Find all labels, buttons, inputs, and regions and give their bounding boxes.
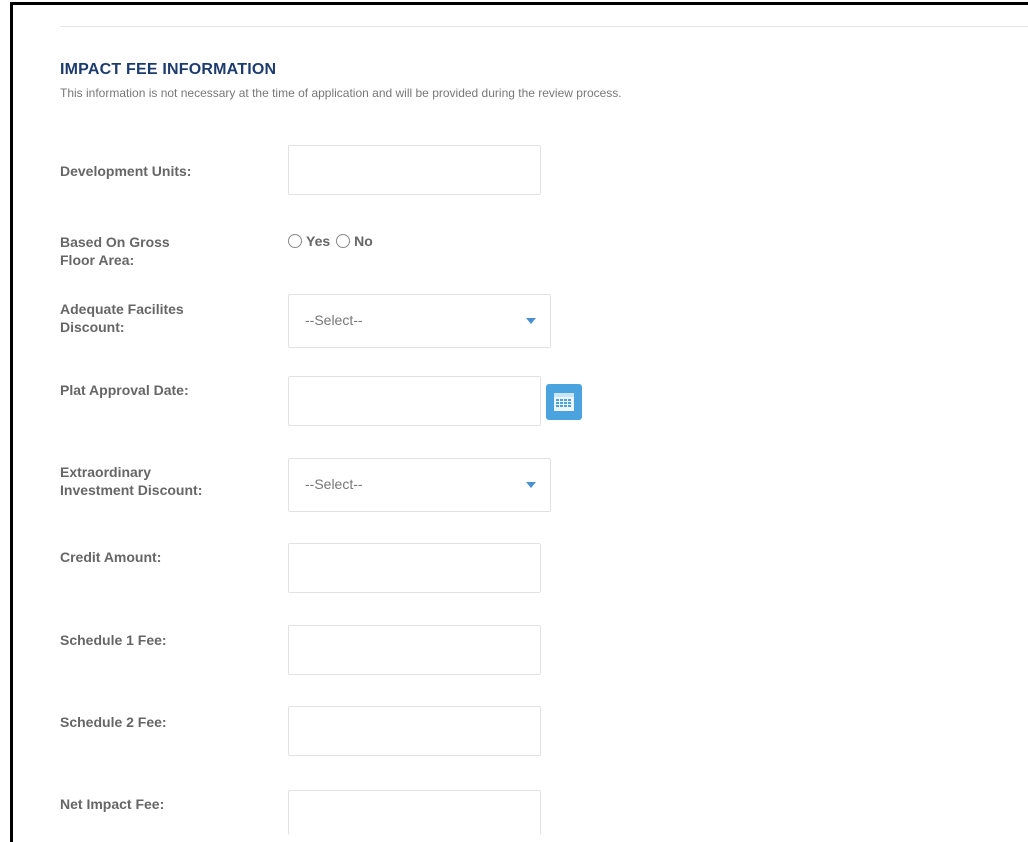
divider (60, 26, 1028, 27)
adequate-facilities-selected: --Select-- (305, 312, 363, 328)
extraordinary-investment-label-line2: Investment Discount: (60, 482, 203, 498)
credit-amount-input[interactable] (288, 543, 541, 593)
adequate-facilities-label-line2: Discount: (60, 319, 125, 335)
adequate-facilities-select[interactable]: --Select-- (288, 294, 551, 348)
net-impact-fee-label: Net Impact Fee: (60, 796, 165, 812)
section-note: This information is not necessary at the… (60, 86, 622, 100)
radio-no-label[interactable]: No (354, 233, 373, 249)
radio-yes-label[interactable]: Yes (306, 233, 330, 249)
net-impact-fee-input[interactable] (288, 790, 541, 835)
radio-yes-circle[interactable] (288, 234, 302, 248)
gross-floor-area-label: Based On Gross Floor Area: (60, 233, 275, 269)
radio-no-circle[interactable] (336, 234, 351, 248)
schedule-1-fee-label: Schedule 1 Fee: (60, 632, 167, 648)
adequate-facilities-label-line1: Adequate Facilites (60, 301, 184, 317)
chevron-down-icon[interactable] (526, 482, 536, 488)
chevron-down-icon[interactable] (526, 318, 536, 324)
development-units-input[interactable] (288, 145, 541, 195)
extraordinary-investment-selected: --Select-- (305, 476, 363, 492)
extraordinary-investment-label-line1: Extraordinary (60, 464, 152, 480)
extraordinary-investment-label: Extraordinary Investment Discount: (60, 463, 275, 499)
extraordinary-investment-select[interactable]: --Select-- (288, 458, 551, 512)
gross-floor-area-label-line2: Floor Area: (60, 252, 135, 268)
schedule-1-fee-input[interactable] (288, 625, 541, 675)
adequate-facilities-label: Adequate Facilites Discount: (60, 300, 275, 336)
schedule-2-fee-input[interactable] (288, 706, 541, 756)
development-units-label: Development Units: (60, 163, 192, 179)
calendar-icon (554, 393, 574, 411)
schedule-2-fee-label: Schedule 2 Fee: (60, 714, 167, 730)
plat-approval-date-input[interactable] (288, 376, 541, 426)
radio-no[interactable]: No (336, 233, 373, 249)
gross-floor-area-label-line1: Based On Gross (60, 234, 170, 250)
credit-amount-label: Credit Amount: (60, 549, 162, 565)
section-title: IMPACT FEE INFORMATION (60, 61, 277, 78)
radio-yes[interactable]: Yes (288, 233, 330, 249)
calendar-button[interactable] (546, 384, 582, 420)
gross-floor-area-radio-group: Yes No (288, 233, 379, 249)
plat-approval-date-label: Plat Approval Date: (60, 382, 189, 398)
